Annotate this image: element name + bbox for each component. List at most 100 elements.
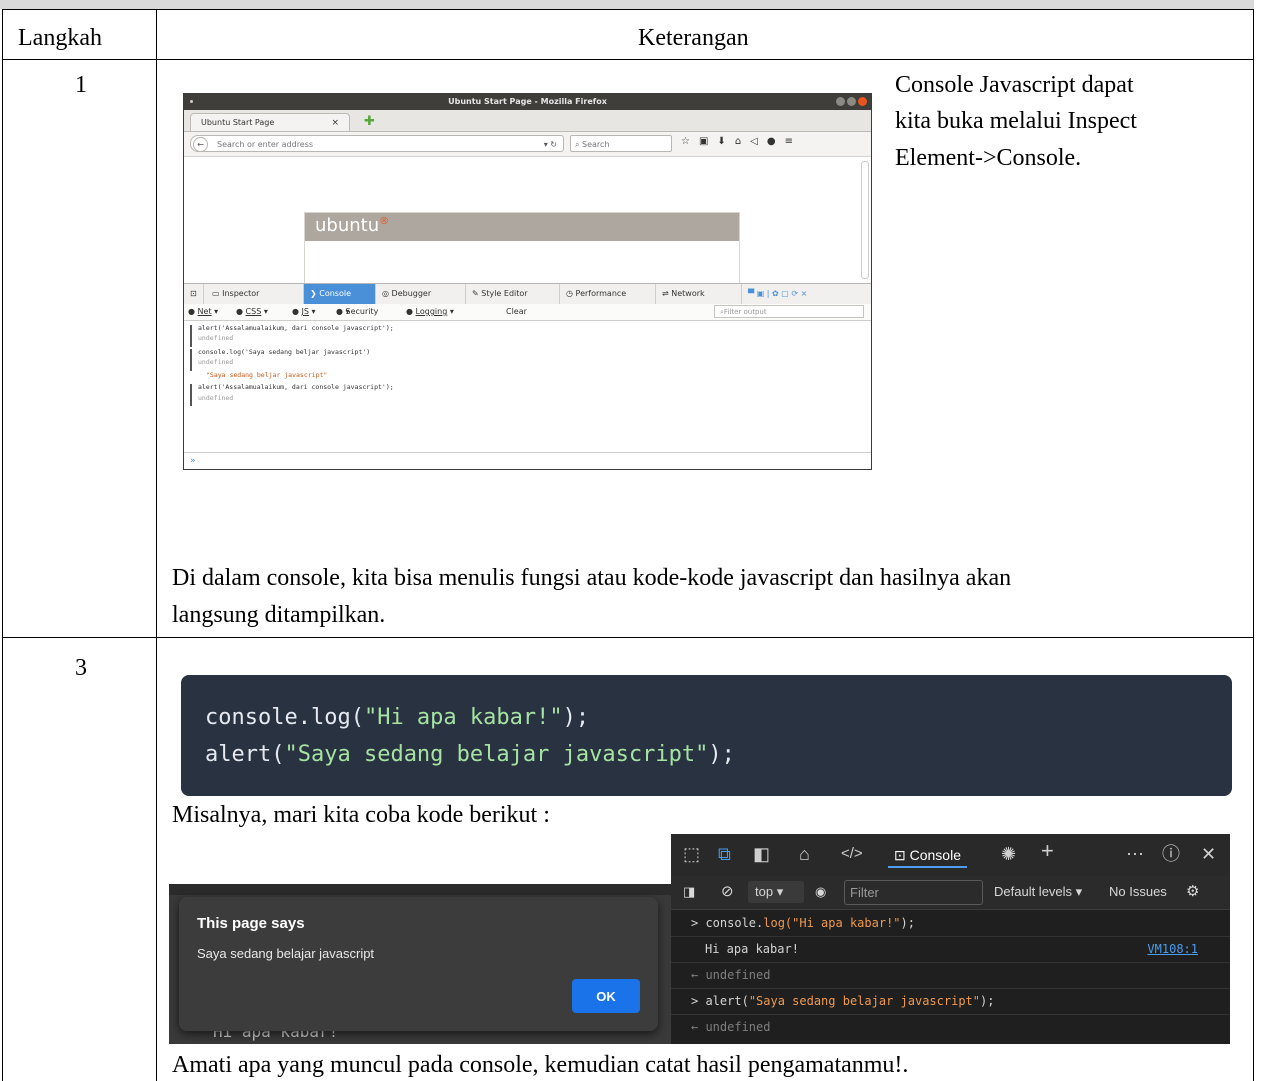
tab-console[interactable]: ❯ Console xyxy=(304,284,376,304)
log-line: undefined xyxy=(198,334,234,342)
bug-icon[interactable]: ✺ xyxy=(1001,844,1016,864)
step-note: Amati apa yang muncul pada console, kemu… xyxy=(172,1052,909,1078)
console-filter-bar: ● Net ▾ ● CSS ▾ ● JS ▾ ● Security ▾ ● Lo… xyxy=(184,304,871,321)
library-icon[interactable]: ▣ xyxy=(699,136,708,147)
tab-console[interactable]: ⊡ Console xyxy=(888,842,967,868)
bookmark-star-icon[interactable]: ☆ xyxy=(681,136,690,147)
address-placeholder: Search or enter address xyxy=(217,140,314,149)
close-icon[interactable]: ✕ xyxy=(1201,844,1216,864)
firefox-title-bar: Ubuntu Start Page - Mozilla Firefox xyxy=(184,94,871,110)
tab-performance[interactable]: ◷ Performance xyxy=(560,284,656,304)
add-tool-icon[interactable]: + xyxy=(1041,840,1054,862)
navigation-bar: ← Search or enter address ▾ ↻ ⌕ Search ☆… xyxy=(184,132,871,157)
code-line: console.log("Hi apa kabar!"); xyxy=(205,705,590,730)
console-prompt[interactable]: » xyxy=(184,452,871,469)
filter-security[interactable]: ● Security ▾ xyxy=(336,304,378,320)
console-row: Hi apa kabar! VM108:1 xyxy=(671,936,1230,963)
address-bar[interactable]: ← Search or enter address ▾ ↻ xyxy=(190,135,564,152)
log-line: "Saya sedang beljar javascript" xyxy=(206,371,328,379)
console-row: ← undefined xyxy=(691,1020,771,1034)
device-emulation-icon[interactable]: ⧉ xyxy=(718,844,731,864)
live-expression-icon[interactable]: ◉ xyxy=(815,884,826,900)
search-placeholder: Search xyxy=(582,140,610,149)
alert-dialog: This page says Saya sedang belajar javas… xyxy=(179,897,658,1031)
ubuntu-start-card: ubuntu® xyxy=(304,212,740,286)
filter-js[interactable]: ● JS ▾ xyxy=(292,304,316,320)
console-row: > console.log("Hi apa kabar!"); xyxy=(671,910,1230,937)
search-box[interactable]: ⌕ Search xyxy=(570,135,672,152)
home-icon[interactable]: ⌂ xyxy=(735,136,741,147)
window-title: Ubuntu Start Page - Mozilla Firefox xyxy=(448,97,607,106)
step-number: 1 xyxy=(75,72,87,98)
side-text-line: Element->Console. xyxy=(895,145,1082,171)
issues-badge[interactable]: No Issues xyxy=(1109,884,1167,899)
top-strip xyxy=(0,0,1254,9)
settings-gear-icon[interactable]: ⚙ xyxy=(1186,882,1199,900)
context-select[interactable]: top ▾ xyxy=(748,881,804,903)
dialog-message: Saya sedang belajar javascript xyxy=(197,946,375,961)
close-tab-icon[interactable]: × xyxy=(331,114,339,132)
welcome-home-icon[interactable]: ⌂ xyxy=(799,844,810,864)
filter-net[interactable]: ● Net ▾ xyxy=(188,304,218,320)
maximize-icon[interactable] xyxy=(847,97,856,106)
filter-input[interactable]: Filter xyxy=(844,880,983,905)
log-line: console.log('Saya sedang beljar javascri… xyxy=(198,348,371,356)
reload-icon[interactable]: ▾ ↻ xyxy=(544,136,557,153)
browser-tab[interactable]: Ubuntu Start Page × xyxy=(190,113,350,131)
step-note-line: langsung ditampilkan. xyxy=(172,602,386,628)
page-content: ubuntu® xyxy=(184,157,871,286)
share-icon[interactable]: ◁ xyxy=(750,136,758,147)
sidebar-toggle-icon[interactable]: ◨ xyxy=(683,884,695,900)
log-line: alert('Assalamualaikum, dari console jav… xyxy=(198,383,394,391)
header-keterangan: Keterangan xyxy=(638,25,749,51)
step-number: 3 xyxy=(75,655,87,681)
chat-icon[interactable]: ● xyxy=(767,136,776,147)
window-controls[interactable] xyxy=(836,97,867,106)
step-intro: Misalnya, mari kita coba kode berikut : xyxy=(172,802,550,828)
toolbar-icons: ☆ ▣ ⬇ ⌂ ◁ ● ≡ xyxy=(681,136,793,147)
edge-devtools: ⬚ ⧉ ◧ ⌂ </> ⊡ Console ✺ + ⋯ ⓘ ✕ ◨ ⊘ top … xyxy=(671,834,1230,1044)
tab-debugger[interactable]: ◎ Debugger xyxy=(376,284,466,304)
minimize-icon[interactable] xyxy=(836,97,845,106)
side-text-line: Console Javascript dapat xyxy=(895,72,1134,98)
filter-output-input[interactable]: ⌕ Filter output xyxy=(714,305,864,318)
log-line: alert('Assalamualaikum, dari console jav… xyxy=(198,324,394,332)
ubuntu-logo: ubuntu® xyxy=(315,215,390,236)
tab-network[interactable]: ⇌ Network xyxy=(656,284,742,304)
download-icon[interactable]: ⬇ xyxy=(717,136,725,147)
pick-element-icon[interactable]: ⊡ xyxy=(184,284,204,304)
code-line: alert("Saya sedang belajar javascript"); xyxy=(205,742,735,767)
close-icon[interactable] xyxy=(858,97,867,106)
devtools-tabs: ⊡ ▭ Inspector ❯ Console ◎ Debugger ✎ Sty… xyxy=(184,283,871,305)
ok-button[interactable]: OK xyxy=(572,979,640,1013)
devtools-options-icons[interactable]: ▀ ▣ | ✿ ▢ ⟳ × xyxy=(742,284,871,304)
log-line: undefined xyxy=(198,394,234,402)
console-row: > alert("Saya sedang belajar javascript"… xyxy=(671,988,1230,1015)
code-block: console.log("Hi apa kabar!"); alert("Say… xyxy=(181,675,1232,796)
inspect-element-icon[interactable]: ⬚ xyxy=(683,844,700,864)
step-note-line: Di dalam console, kita bisa menulis fung… xyxy=(172,565,1012,591)
tab-bar: Ubuntu Start Page × ✚ xyxy=(184,110,871,132)
help-icon[interactable]: ⓘ xyxy=(1162,844,1180,864)
header-langkah: Langkah xyxy=(18,25,102,51)
levels-dropdown[interactable]: Default levels ▾ xyxy=(994,884,1082,900)
filter-css[interactable]: ● CSS ▾ xyxy=(236,304,268,320)
side-text-line: kita buka melalui Inspect xyxy=(895,108,1137,134)
filter-logging[interactable]: ● Logging ▾ xyxy=(406,304,454,320)
clear-button[interactable]: Clear xyxy=(506,304,527,320)
clear-console-icon[interactable]: ⊘ xyxy=(721,882,734,900)
more-options-icon[interactable]: ⋯ xyxy=(1126,844,1144,864)
new-tab-icon[interactable]: ✚ xyxy=(364,115,375,128)
dock-icon[interactable]: ◧ xyxy=(753,844,770,864)
devtools-toolbar: ⬚ ⧉ ◧ ⌂ </> ⊡ Console ✺ + ⋯ ⓘ ✕ xyxy=(671,834,1230,876)
source-link[interactable]: VM108:1 xyxy=(1147,936,1198,962)
menu-icon[interactable]: ≡ xyxy=(785,136,793,147)
back-icon[interactable]: ← xyxy=(193,137,208,152)
elements-icon[interactable]: </> xyxy=(841,844,863,864)
tab-style-editor[interactable]: ✎ Style Editor xyxy=(466,284,560,304)
console-row: ← undefined xyxy=(671,962,1230,989)
tab-inspector[interactable]: ▭ Inspector xyxy=(206,284,304,304)
tab-title: Ubuntu Start Page xyxy=(201,118,275,127)
console-log: alert('Assalamualaikum, dari console jav… xyxy=(184,321,871,451)
scrollbar[interactable] xyxy=(861,161,869,279)
